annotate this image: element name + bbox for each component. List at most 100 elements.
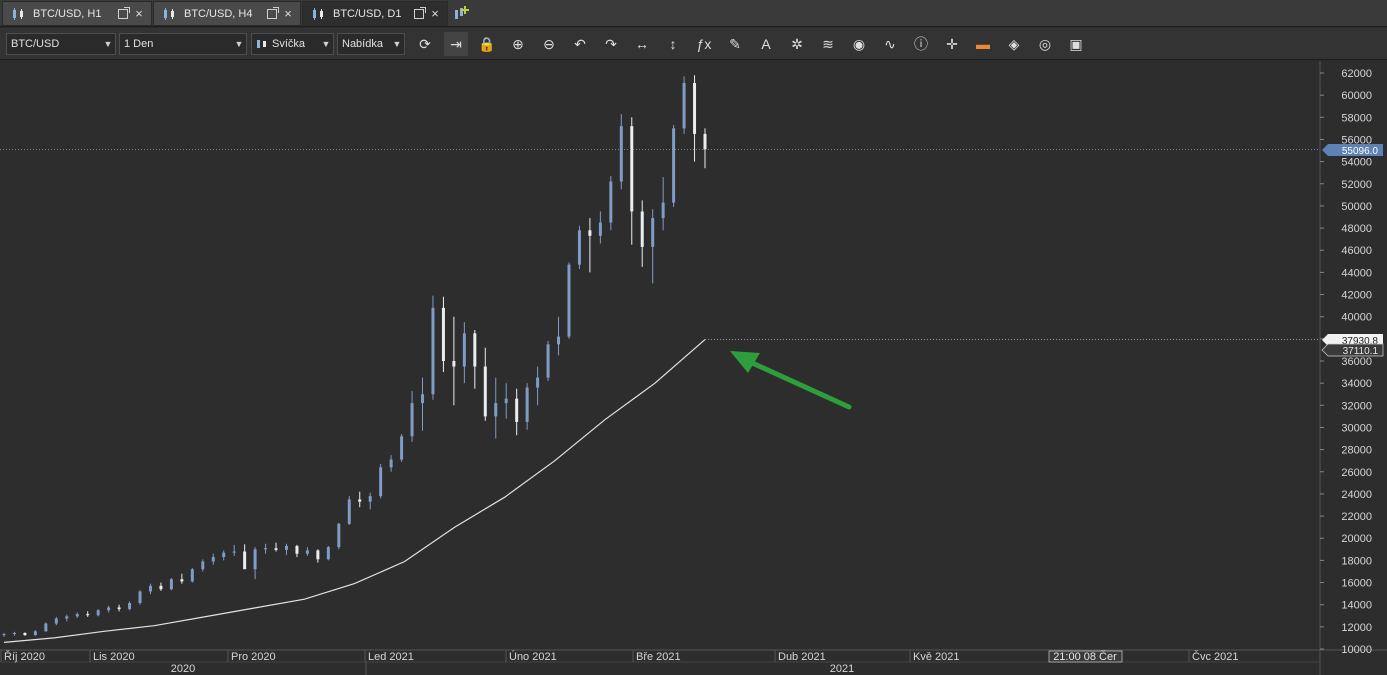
price-tick-label: 32000 [1341,400,1372,412]
crosshair-icon[interactable]: ✛ [940,32,964,56]
tab-btcusd-d1[interactable]: BTC/USD, D1 × [302,1,448,26]
pencil-icon[interactable]: ✎ [723,32,747,56]
candle-body [379,467,383,497]
candle-body [232,551,236,553]
candle-body [640,211,644,247]
text-tool-icon[interactable]: A [754,32,778,56]
candle-body [389,459,393,468]
price-tick-label: 36000 [1341,356,1372,368]
popout-icon[interactable] [118,6,130,19]
autoscroll-icon[interactable]: ⇥ [444,32,468,56]
eye-icon[interactable]: ◉ [847,32,871,56]
price-tick-label: 40000 [1341,312,1372,324]
chart-type-select[interactable]: Svíčka ▼ [251,33,334,55]
chevron-down-icon: ▼ [103,39,113,49]
time-tick-label: Úno 2021 [509,650,557,663]
candle-body [169,579,173,590]
candle-body [117,607,121,610]
price-tick-label: 24000 [1341,489,1372,501]
time-tick-label: Kvě 2021 [913,651,959,663]
candle-body [264,548,268,550]
candle-body [577,230,581,265]
ma-other-text: 37110.1 [1343,346,1379,357]
candle-body [473,333,477,367]
price-chart[interactable]: 6200060000580005600054000520005000048000… [0,61,1387,675]
candle-body [54,618,58,624]
candle-body [682,82,686,129]
candlestick-icon [164,7,174,20]
candle-body [598,222,602,236]
close-icon[interactable]: × [429,7,441,20]
candle-body [619,126,623,182]
price-side-select[interactable]: Nabídka ▼ [337,33,405,55]
settings-ring-icon[interactable]: ◎ [1033,32,1057,56]
price-tick-label: 18000 [1341,555,1372,567]
chart-type-value: Svíčka [272,38,306,50]
layers-icon[interactable]: ≋ [816,32,840,56]
candle-body [557,336,561,345]
symbol-select[interactable]: BTC/USD ▼ [6,33,116,55]
candle-body [222,552,226,558]
time-tick-label: Lis 2020 [93,651,135,663]
candle-body [180,579,184,582]
candle-body [462,333,466,367]
candle-body [211,557,215,562]
candle-body [201,561,205,570]
price-tick-label: 26000 [1341,467,1372,479]
candle-body [630,126,634,212]
candlestick-icon [313,7,323,20]
candle-body [515,398,519,422]
horizontal-arrows-icon[interactable]: ↔ [630,32,654,56]
refresh-icon[interactable]: ⟳ [413,32,437,56]
price-tick-label: 62000 [1341,68,1372,80]
price-tick-label: 50000 [1341,201,1372,213]
candle-body [441,307,445,361]
year-label: 2021 [830,663,854,675]
candle-body [525,387,529,422]
candlestick-icon [257,40,266,48]
undo-icon[interactable]: ↶ [568,32,592,56]
magic-icon[interactable]: ✲ [785,32,809,56]
candle-body [400,436,404,460]
color-bar-icon[interactable]: ▬ [971,32,995,56]
zoom-out-icon[interactable]: ⊖ [537,32,561,56]
price-tick-label: 22000 [1341,511,1372,523]
candle-body [421,394,425,404]
redo-icon[interactable]: ↷ [599,32,623,56]
tab-label: BTC/USD, H4 [184,7,253,20]
popout-icon[interactable] [414,6,426,19]
time-tick-label: Pro 2020 [231,651,276,663]
tab-btcusd-h1[interactable]: BTC/USD, H1 × [2,1,152,26]
close-icon[interactable]: × [282,7,294,20]
paint-bucket-icon[interactable]: ◈ [1002,32,1026,56]
tab-label: BTC/USD, H1 [33,7,102,20]
info-icon[interactable]: ⓘ [909,32,933,56]
candle-body [107,607,111,611]
ma-other-label: 37110.1 [1321,343,1384,357]
candle-body [148,585,152,592]
timeframe-select[interactable]: 1 Den ▼ [119,33,247,55]
price-tick-label: 12000 [1341,622,1372,634]
symbol-value: BTC/USD [11,38,60,50]
candle-body [33,631,37,636]
close-icon[interactable]: × [133,7,145,20]
vertical-arrows-icon[interactable]: ↕ [661,32,685,56]
price-tick-label: 20000 [1341,533,1372,545]
fx-indicators-icon[interactable]: ƒx [692,32,716,56]
time-tick-label: Čvc 2021 [1192,650,1238,663]
lock-icon[interactable]: 🔒 [475,32,499,56]
candle-body [672,128,676,203]
new-chart-icon[interactable] [452,4,470,22]
candle-body [2,634,6,636]
zoom-in-icon[interactable]: ⊕ [506,32,530,56]
price-tick-label: 30000 [1341,422,1372,434]
tab-btcusd-h4[interactable]: BTC/USD, H4 × [153,1,301,26]
save-icon[interactable]: ▣ [1064,32,1088,56]
candle-body [274,548,278,550]
crosshair-time-label: 21:00 08 Čer [1053,650,1117,663]
time-tick-label: Dub 2021 [778,651,826,663]
popout-icon[interactable] [267,6,279,19]
candle-body [358,499,362,502]
chart-pattern-icon[interactable]: ∿ [878,32,902,56]
price-tick-label: 16000 [1341,578,1372,590]
